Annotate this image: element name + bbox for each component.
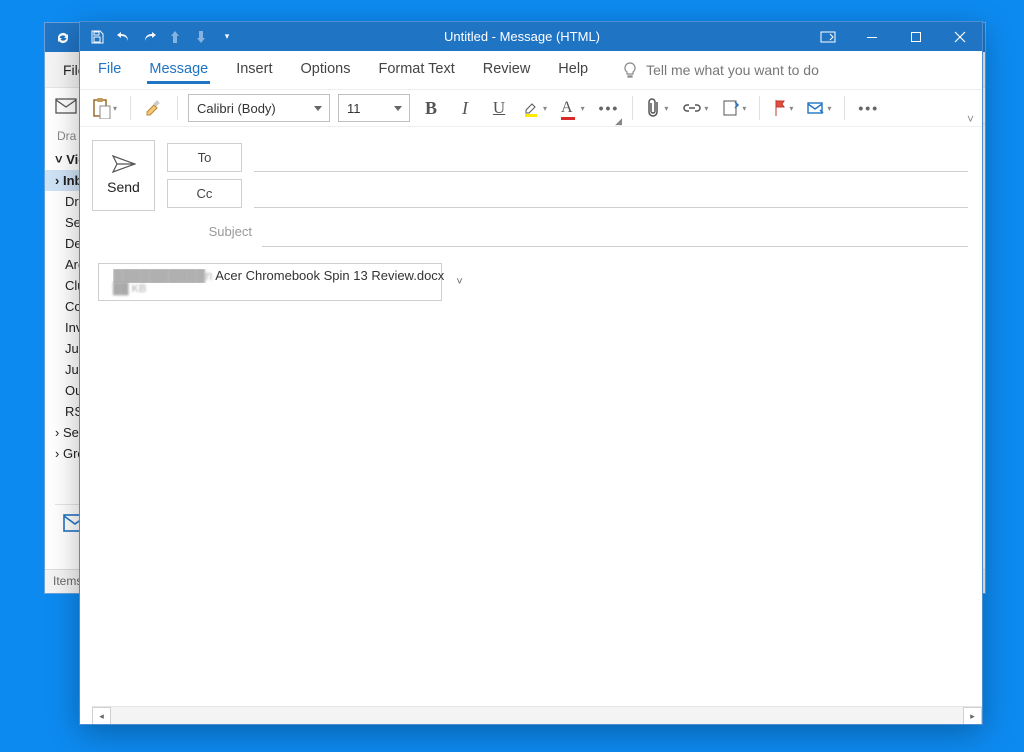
send-icon <box>112 155 136 173</box>
follow-up-button[interactable]: ▾ <box>770 95 796 121</box>
close-icon[interactable] <box>938 22 982 51</box>
font-family-dropdown[interactable]: Calibri (Body) <box>188 94 330 122</box>
ribbon-tabs: File Message Insert Options Format Text … <box>80 51 982 90</box>
down-icon <box>190 26 212 48</box>
window-title: Untitled - Message (HTML) <box>238 29 806 44</box>
cc-input[interactable] <box>254 178 968 208</box>
send-button[interactable]: Send <box>92 140 155 211</box>
subject-label: Subject <box>92 224 262 239</box>
qa-customize-icon[interactable]: ▾ <box>216 26 238 48</box>
tab-help[interactable]: Help <box>544 55 602 86</box>
message-body-editor[interactable] <box>92 301 982 706</box>
send-label: Send <box>107 179 140 195</box>
undo-icon[interactable] <box>112 26 134 48</box>
ribbon-display-options-icon[interactable] <box>806 22 850 51</box>
mail-icon[interactable] <box>55 98 77 114</box>
cc-button[interactable]: Cc <box>167 179 242 208</box>
compose-window: ▾ Untitled - Message (HTML) File Message… <box>80 22 982 724</box>
format-painter-button[interactable] <box>141 95 167 121</box>
tell-me-label: Tell me what you want to do <box>646 62 819 78</box>
font-size-dropdown[interactable]: 11 <box>338 94 410 122</box>
tab-message[interactable]: Message <box>135 55 222 86</box>
redo-icon[interactable] <box>138 26 160 48</box>
ribbon-toolbar: ▾ Calibri (Body) 11 B I U ▾ A ▾ ••• ◢ ▾ … <box>80 90 982 127</box>
compose-title-bar[interactable]: ▾ Untitled - Message (HTML) <box>80 22 982 51</box>
attachment-chip[interactable]: ██████████n Acer Chromebook Spin 13 Revi… <box>98 263 442 301</box>
attachment-name: ██████████n Acer Chromebook Spin 13 Revi… <box>113 269 444 283</box>
to-button[interactable]: To <box>167 143 242 172</box>
tab-options[interactable]: Options <box>286 55 364 86</box>
font-color-button[interactable]: A ▾ <box>558 95 588 121</box>
underline-button[interactable]: U <box>486 95 512 121</box>
tell-me-search[interactable]: Tell me what you want to do <box>622 62 819 78</box>
maximize-icon[interactable] <box>894 22 938 51</box>
tab-file[interactable]: File <box>84 55 135 86</box>
tab-review[interactable]: Review <box>469 55 545 86</box>
more-commands-button[interactable]: ••• <box>855 95 882 121</box>
tab-format-text[interactable]: Format Text <box>364 55 468 86</box>
up-icon <box>164 26 186 48</box>
save-icon[interactable] <box>86 26 108 48</box>
paste-button[interactable]: ▾ <box>88 95 120 121</box>
attach-file-button[interactable]: ▾ <box>643 95 671 121</box>
link-button[interactable]: ▾ <box>679 95 711 121</box>
attachment-dropdown-icon[interactable]: ˅ <box>452 272 466 292</box>
italic-button[interactable]: I <box>452 95 478 121</box>
scroll-left-icon[interactable]: ◂ <box>92 707 111 724</box>
to-input[interactable] <box>254 142 968 172</box>
bulb-icon <box>622 62 638 78</box>
highlight-button[interactable]: ▾ <box>520 95 550 121</box>
collapse-ribbon-icon[interactable]: ˅ <box>967 112 974 126</box>
assign-policy-button[interactable]: ▾ <box>804 95 834 121</box>
subject-input[interactable] <box>262 216 968 247</box>
minimize-icon[interactable] <box>850 22 894 51</box>
bold-button[interactable]: B <box>418 95 444 121</box>
attachment-size: ██ KB <box>113 283 444 295</box>
signature-button[interactable]: ▾ <box>719 95 749 121</box>
tab-insert[interactable]: Insert <box>222 55 286 86</box>
scroll-right-icon[interactable]: ▸ <box>963 707 982 724</box>
sync-icon[interactable] <box>55 30 71 46</box>
font-dialog-launcher-icon[interactable]: ◢ <box>615 116 622 127</box>
scroll-track[interactable] <box>111 707 963 724</box>
horizontal-scrollbar[interactable]: ◂ ▸ <box>92 706 982 724</box>
compose-body: Send To Cc Subject ██████████n Acer Chro… <box>80 127 982 724</box>
